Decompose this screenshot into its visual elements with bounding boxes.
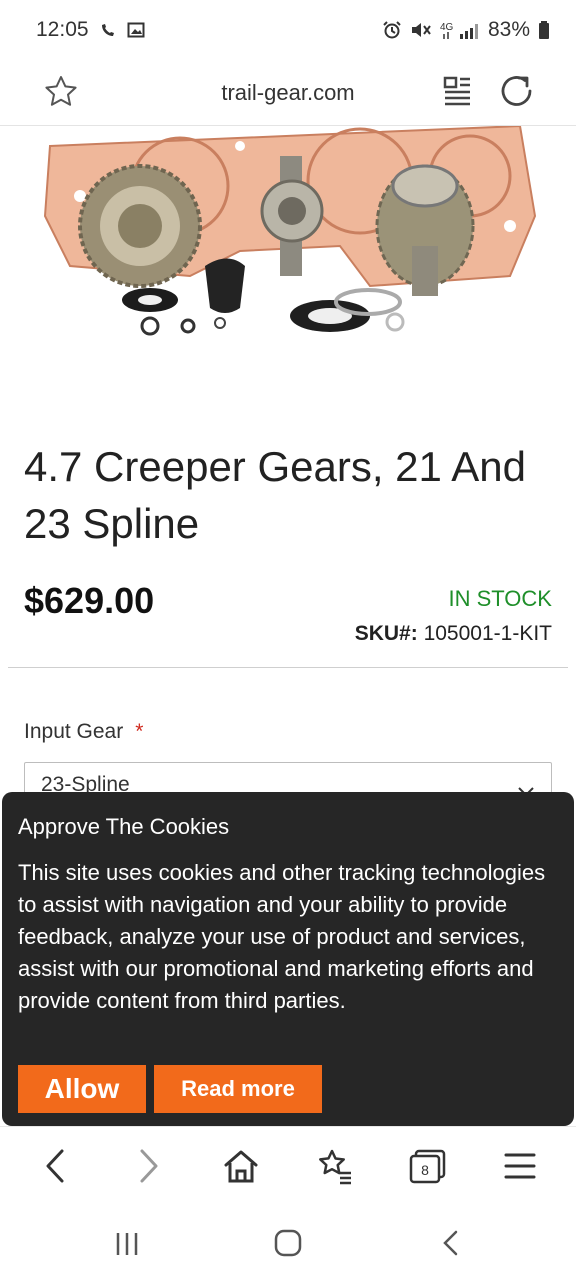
forward-icon[interactable]	[130, 1147, 166, 1190]
bookmarks-icon[interactable]	[316, 1147, 354, 1190]
wifi-call-icon	[99, 21, 117, 39]
lte-signal-icon: 4G	[440, 20, 480, 40]
cookie-banner: Approve The Cookies This site uses cooki…	[2, 792, 574, 1126]
menu-icon[interactable]	[502, 1147, 538, 1190]
cookie-text: This site uses cookies and other trackin…	[18, 860, 546, 1013]
status-time: 12:05	[36, 18, 89, 41]
browser-url-bar: trail-gear.com	[0, 60, 576, 126]
cookie-buttons: Allow Read more	[18, 1065, 322, 1113]
reload-icon[interactable]	[498, 72, 536, 115]
system-back-icon[interactable]	[436, 1228, 466, 1263]
recent-apps-icon[interactable]	[112, 1228, 142, 1263]
url-text[interactable]: trail-gear.com	[221, 80, 354, 106]
product-title: 4.7 Creeper Gears, 21 And 23 Spline	[24, 443, 526, 547]
svg-text:4G: 4G	[440, 22, 454, 33]
required-marker: *	[135, 720, 144, 743]
alarm-icon	[382, 20, 402, 40]
stock-status: IN STOCK	[448, 586, 552, 611]
back-icon[interactable]	[38, 1147, 74, 1190]
sku-value: 105001-1-KIT	[423, 622, 552, 645]
battery-percent: 83%	[487, 18, 530, 41]
favorite-star-icon[interactable]	[42, 73, 80, 116]
product-price: $629.00	[24, 580, 155, 621]
divider	[8, 667, 568, 668]
mute-icon	[410, 20, 432, 40]
home-button-icon[interactable]	[272, 1228, 304, 1263]
product-sku: SKU#: 105001-1-KIT	[355, 622, 552, 646]
system-nav-bar	[0, 1206, 576, 1280]
product-image[interactable]	[40, 126, 540, 346]
allow-cookies-button[interactable]: Allow	[18, 1065, 146, 1113]
tab-count: 8	[421, 1162, 429, 1178]
gallery-icon	[127, 21, 145, 39]
reader-mode-icon[interactable]	[442, 74, 474, 113]
cookie-title: Approve The Cookies	[18, 814, 230, 839]
sku-label: SKU#:	[354, 622, 418, 645]
input-gear-label: Input Gear *	[24, 720, 143, 744]
browser-toolbar: 8	[0, 1126, 576, 1207]
tabs-icon[interactable]: 8	[408, 1147, 448, 1192]
status-right: 4G 83%	[382, 18, 550, 42]
status-bar: 12:05 4G 83%	[0, 0, 576, 60]
read-more-button[interactable]: Read more	[154, 1065, 322, 1113]
battery-icon	[538, 20, 550, 40]
input-gear-label-text: Input Gear	[24, 720, 124, 743]
status-left: 12:05	[36, 18, 145, 42]
home-icon[interactable]	[222, 1147, 260, 1190]
